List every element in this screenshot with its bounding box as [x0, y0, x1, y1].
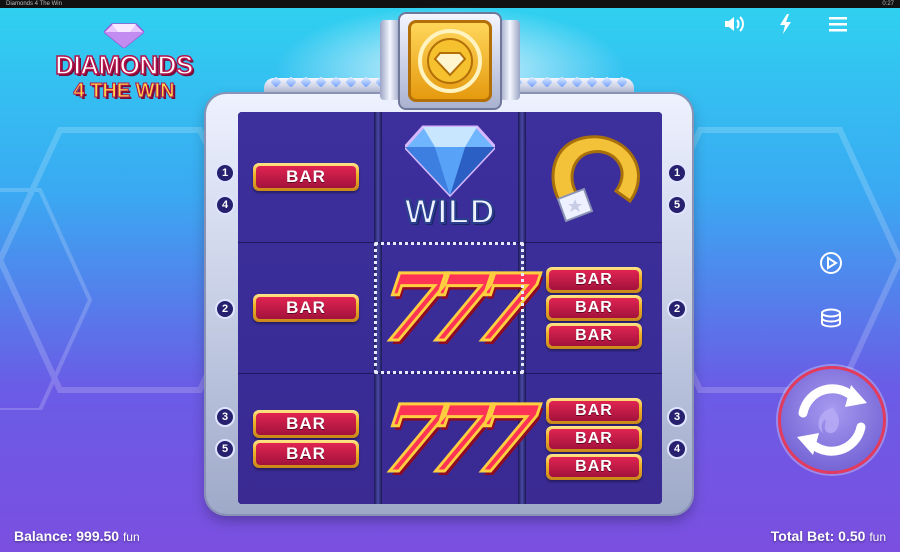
lightning-icon[interactable]: [774, 12, 798, 36]
reel1-row3-cell: BAR BAR: [238, 374, 374, 504]
bet-button[interactable]: [818, 306, 844, 337]
autoplay-icon: [820, 252, 842, 274]
payline-right-5[interactable]: 5: [667, 195, 687, 215]
payline-right-4[interactable]: 4: [667, 439, 687, 459]
payline-left-5[interactable]: 5: [215, 439, 235, 459]
top-toolbar: [722, 12, 850, 36]
speaker-icon[interactable]: [722, 12, 746, 36]
window-title: Diamonds 4 The Win: [6, 1, 62, 7]
logo-line2: 4 THE WIN: [73, 80, 175, 103]
reel2-row3-cell: 777: [372, 374, 528, 504]
bar-symbol: BAR: [546, 426, 642, 452]
bar-symbol: BAR: [253, 410, 359, 438]
payline-right-1[interactable]: 1: [667, 163, 687, 183]
reel1-row2-cell: BAR: [238, 243, 374, 373]
payline-right-2[interactable]: 2: [667, 299, 687, 319]
reel3-row2-cell: BAR BAR BAR: [526, 243, 662, 373]
spin-button[interactable]: [778, 366, 886, 474]
bar-symbol: BAR: [253, 163, 359, 191]
total-bet-value: 0.50: [838, 528, 866, 544]
bar-symbol: BAR: [546, 295, 642, 321]
payline-left-4[interactable]: 4: [215, 195, 235, 215]
bar-symbol: BAR: [546, 323, 642, 349]
bar-symbol: BAR: [253, 440, 359, 468]
bar-symbol: BAR: [546, 398, 642, 424]
balance-unit: fun: [122, 530, 140, 544]
vault-diamond-icon: [418, 29, 482, 93]
total-bet-display: Total Bet: 0.50 fun: [771, 528, 886, 544]
payline-right-3[interactable]: 3: [667, 407, 687, 427]
total-bet-label: Total Bet:: [770, 528, 835, 544]
bar-symbol: BAR: [546, 267, 642, 293]
diamond-logo-icon: [104, 23, 144, 48]
diamond-icon: [405, 125, 495, 197]
game-logo: DIAMONDS 4 THE WIN: [44, 22, 204, 103]
total-bet-unit: fun: [869, 530, 886, 544]
reel2-row1-cell: WILD: [382, 112, 518, 242]
vault-emblem: [380, 10, 520, 110]
vault-post-left: [380, 20, 400, 100]
wild-label: WILD: [404, 192, 496, 232]
wild-highlight-frame: [374, 242, 524, 374]
payline-left-2[interactable]: 2: [215, 299, 235, 319]
horseshoe-icon: [551, 135, 640, 223]
spin-arrows-icon: [797, 384, 867, 456]
coins-stack-icon: [821, 308, 841, 328]
balance-display: Balance: 999.50 fun: [14, 528, 140, 544]
balance-label: Balance:: [14, 528, 73, 544]
reel3-row1-cell: [526, 112, 662, 242]
bar-symbol: BAR: [546, 454, 642, 480]
vault-post-right: [500, 20, 520, 100]
menu-icon[interactable]: [826, 12, 850, 36]
vault-door: [408, 20, 492, 102]
balance-value: 999.50: [76, 528, 120, 544]
payline-left-3[interactable]: 3: [215, 407, 235, 427]
seven-symbol: 777: [372, 384, 528, 495]
payline-left-1[interactable]: 1: [215, 163, 235, 183]
reel3-row3-cell: BAR BAR BAR: [526, 374, 662, 504]
bar-symbol: BAR: [253, 294, 359, 322]
autoplay-button[interactable]: [818, 250, 844, 281]
window-clock: 0:27: [882, 1, 894, 7]
logo-line1: DIAMONDS: [54, 49, 194, 81]
reel1-row1-cell: BAR: [238, 112, 374, 242]
